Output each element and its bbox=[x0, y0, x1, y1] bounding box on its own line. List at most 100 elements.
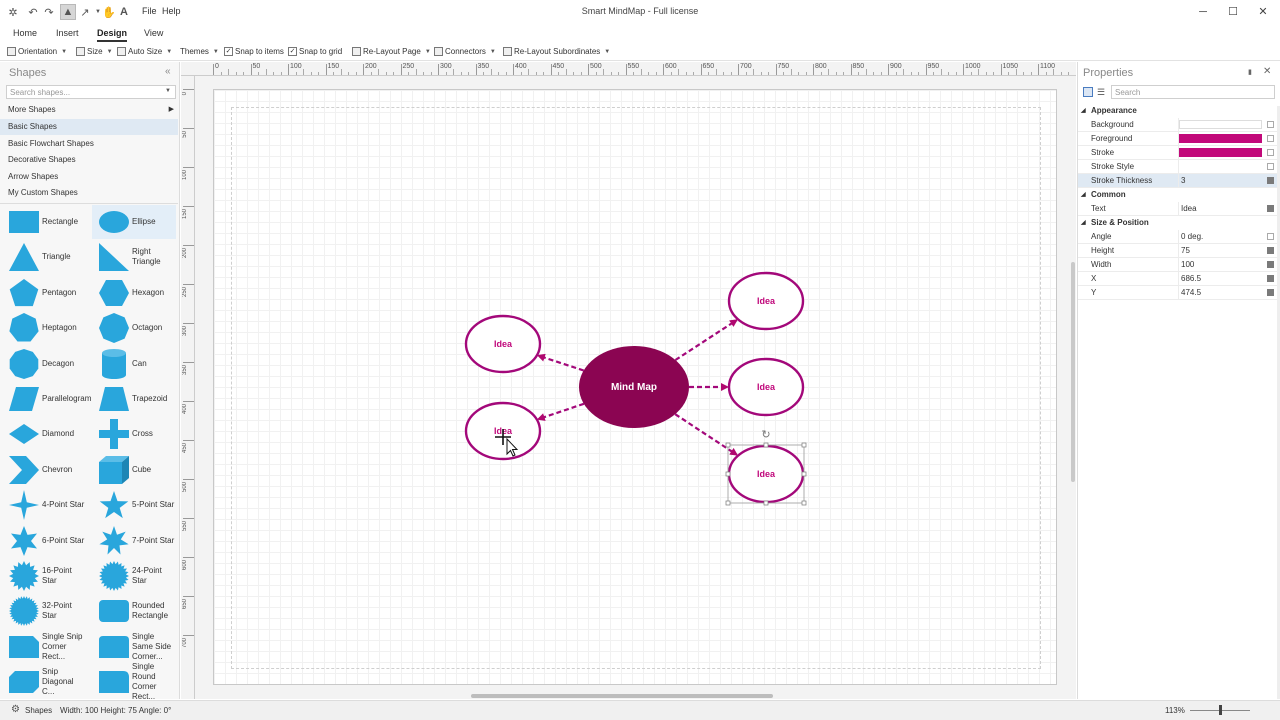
shape-item[interactable]: 4-Point Star bbox=[2, 488, 86, 522]
shape-item[interactable]: Ellipse bbox=[92, 205, 176, 239]
property-marker-icon[interactable] bbox=[1267, 205, 1274, 212]
resize-handle[interactable] bbox=[725, 500, 731, 506]
shape-item[interactable]: 24-Point Star bbox=[92, 559, 176, 593]
resize-handle[interactable] bbox=[801, 500, 807, 506]
shape-item[interactable]: Can bbox=[92, 347, 176, 381]
category-basic-shapes[interactable]: Basic Shapes bbox=[0, 119, 178, 135]
minimize-icon[interactable]: ─ bbox=[1193, 3, 1213, 21]
gear-icon[interactable]: ⚙ bbox=[11, 704, 20, 715]
status-shapes-label[interactable]: Shapes bbox=[25, 706, 52, 715]
resize-handle[interactable] bbox=[801, 471, 807, 477]
maximize-icon[interactable]: ☐ bbox=[1223, 3, 1243, 21]
shape-item[interactable]: Chevron bbox=[2, 453, 86, 487]
property-marker-icon[interactable] bbox=[1267, 275, 1274, 282]
snap-to-items-checkbox[interactable]: ✓ Snap to items bbox=[224, 47, 284, 56]
shape-item[interactable]: Snip Diagonal C... bbox=[2, 665, 86, 699]
category-decorative[interactable]: Decorative Shapes bbox=[0, 152, 178, 168]
property-row[interactable]: Angle 0 deg. bbox=[1078, 230, 1280, 244]
property-marker-icon[interactable] bbox=[1267, 135, 1274, 142]
connector-arrow[interactable] bbox=[536, 353, 585, 372]
tab-insert[interactable]: Insert bbox=[56, 28, 79, 38]
shape-item[interactable]: Cross bbox=[92, 417, 176, 451]
shape-item[interactable]: Single Same Side Corner... bbox=[92, 630, 176, 664]
horizontal-scrollbar[interactable] bbox=[471, 694, 773, 698]
property-marker-icon[interactable] bbox=[1267, 177, 1274, 184]
property-marker-icon[interactable] bbox=[1267, 289, 1274, 296]
canvas-area[interactable]: 0 50 100 150 200 250 300 350 400 450 500 550 600 650 7… bbox=[181, 62, 1076, 699]
shape-item[interactable]: Hexagon bbox=[92, 276, 176, 310]
size-button[interactable]: Size ▼ bbox=[76, 47, 113, 56]
property-row[interactable]: Stroke bbox=[1078, 146, 1280, 160]
pin-icon[interactable]: ▮ bbox=[1248, 68, 1252, 76]
resize-handle[interactable] bbox=[763, 500, 769, 506]
expand-triangle-icon[interactable]: ◢ bbox=[1081, 188, 1086, 202]
property-marker-icon[interactable] bbox=[1267, 121, 1274, 128]
chevron-down-icon[interactable]: ▼ bbox=[165, 88, 171, 94]
sort-alphabetical-icon[interactable]: ☰ bbox=[1097, 87, 1105, 98]
color-swatch[interactable] bbox=[1179, 148, 1262, 157]
connector-arrow[interactable] bbox=[536, 402, 585, 421]
close-icon[interactable]: ✕ bbox=[1253, 3, 1273, 21]
expand-triangle-icon[interactable]: ◢ bbox=[1081, 216, 1086, 230]
category-more-shapes[interactable]: More Shapes ▶ bbox=[0, 102, 178, 118]
properties-search-input[interactable]: Search bbox=[1111, 85, 1275, 99]
shape-item[interactable]: Diamond bbox=[2, 417, 86, 451]
shape-item[interactable]: 7-Point Star bbox=[92, 524, 176, 558]
shape-item[interactable]: Heptagon bbox=[2, 311, 86, 345]
property-value[interactable]: 474.5 bbox=[1178, 286, 1264, 299]
property-row[interactable]: X 686.5 bbox=[1078, 272, 1280, 286]
orientation-button[interactable]: Orientation ▼ bbox=[7, 47, 67, 56]
property-row[interactable]: Width 100 bbox=[1078, 258, 1280, 272]
relayout-page-button[interactable]: Re-Layout Page ▼ bbox=[352, 47, 431, 56]
connector-arrow[interactable] bbox=[674, 413, 739, 456]
category-my-custom[interactable]: My Custom Shapes bbox=[0, 185, 178, 201]
mind-map-diagram[interactable]: Mind MapIdeaIdeaIdeaIdeaIdea↻ bbox=[181, 62, 1076, 699]
shape-item[interactable]: Rectangle bbox=[2, 205, 86, 239]
property-row[interactable]: Stroke Thickness 3 bbox=[1078, 174, 1280, 188]
property-group-header[interactable]: ◢ Size & Position bbox=[1078, 216, 1280, 230]
vertical-scrollbar[interactable] bbox=[1071, 262, 1075, 482]
shape-item[interactable]: Single Round Corner Rect... bbox=[92, 662, 176, 699]
shape-item[interactable]: Single Snip Corner Rect... bbox=[2, 630, 86, 664]
color-swatch[interactable] bbox=[1179, 134, 1262, 143]
property-value[interactable]: 3 bbox=[1178, 174, 1264, 187]
close-panel-icon[interactable]: ✕ bbox=[1263, 66, 1271, 77]
themes-button[interactable]: Themes ▼ bbox=[180, 47, 219, 56]
shape-item[interactable]: Rounded Rectangle bbox=[92, 594, 176, 628]
property-row[interactable]: Height 75 bbox=[1078, 244, 1280, 258]
property-value[interactable]: 686.5 bbox=[1178, 272, 1264, 285]
connector-arrow[interactable] bbox=[674, 319, 738, 361]
property-value[interactable]: 75 bbox=[1178, 244, 1264, 257]
property-value[interactable] bbox=[1178, 160, 1264, 173]
shape-item[interactable]: 32-Point Star bbox=[2, 594, 86, 628]
relayout-subordinates-button[interactable]: Re-Layout Subordinates ▼ bbox=[503, 47, 610, 56]
property-marker-icon[interactable] bbox=[1267, 247, 1274, 254]
collapse-panel-icon[interactable]: « bbox=[165, 66, 171, 77]
shape-item[interactable]: Parallelogram bbox=[2, 382, 91, 416]
shape-item[interactable]: Trapezoid bbox=[92, 382, 176, 416]
property-row[interactable]: Y 474.5 bbox=[1078, 286, 1280, 300]
property-marker-icon[interactable] bbox=[1267, 233, 1274, 240]
property-value[interactable]: Idea bbox=[1178, 202, 1264, 215]
property-value[interactable]: 0 deg. bbox=[1178, 230, 1264, 243]
property-row[interactable]: Stroke Style bbox=[1078, 160, 1280, 174]
rotate-handle-icon[interactable]: ↻ bbox=[761, 429, 770, 441]
connectors-button[interactable]: Connectors ▼ bbox=[434, 47, 496, 56]
shape-item[interactable]: 5-Point Star bbox=[92, 488, 176, 522]
property-value[interactable]: 100 bbox=[1178, 258, 1264, 271]
property-row[interactable]: Text Idea bbox=[1078, 202, 1280, 216]
property-marker-icon[interactable] bbox=[1267, 261, 1274, 268]
shape-item[interactable]: Right Triangle bbox=[92, 240, 176, 274]
shape-item[interactable]: Octagon bbox=[92, 311, 176, 345]
property-group-header[interactable]: ◢ Common bbox=[1078, 188, 1280, 202]
resize-handle[interactable] bbox=[725, 471, 731, 477]
shapes-search-input[interactable]: Search shapes... ▼ bbox=[6, 85, 176, 99]
zoom-slider-thumb[interactable] bbox=[1219, 705, 1222, 715]
category-basic-flowchart[interactable]: Basic Flowchart Shapes bbox=[0, 136, 178, 152]
property-row[interactable]: Background bbox=[1078, 118, 1280, 132]
resize-handle[interactable] bbox=[725, 442, 731, 448]
resize-handle[interactable] bbox=[801, 442, 807, 448]
auto-size-button[interactable]: Auto Size ▼ bbox=[117, 47, 172, 56]
snap-to-grid-checkbox[interactable]: ✓ Snap to grid bbox=[288, 47, 342, 56]
expand-triangle-icon[interactable]: ◢ bbox=[1081, 104, 1086, 118]
